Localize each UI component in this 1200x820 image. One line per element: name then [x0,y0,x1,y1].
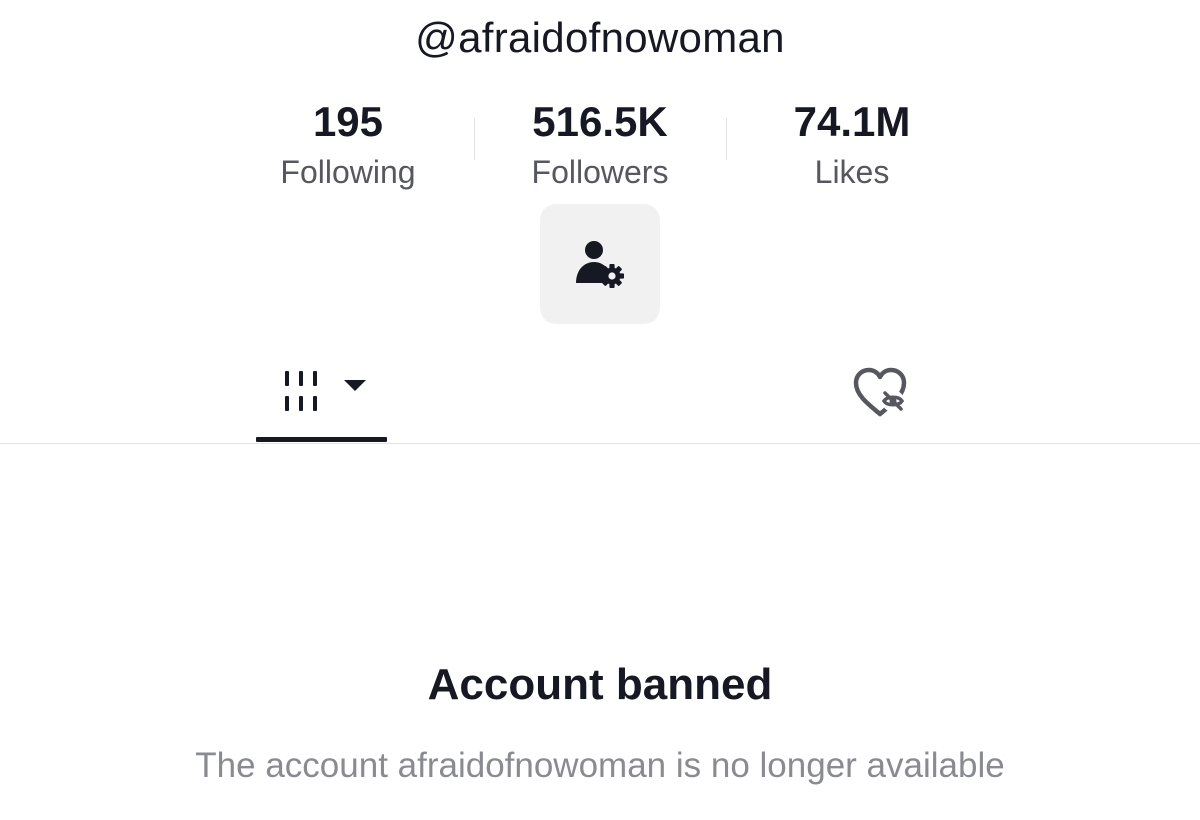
liked-hidden-icon [853,367,906,416]
stat-following-value: 195 [312,98,384,145]
stat-following[interactable]: 195 Following [222,96,474,196]
banned-title: Account banned [427,660,773,709]
user-settings-icon [576,241,624,288]
profile-settings-button[interactable] [540,204,660,324]
stat-likes-label: Likes [814,154,890,190]
stat-following-label: Following [280,154,416,190]
stat-followers[interactable]: 516.5K Followers [474,96,726,196]
stat-likes[interactable]: 74.1M Likes [726,96,978,196]
chevron-down-icon [343,379,366,391]
profile-username: @afraidofnowoman [415,14,785,61]
videos-grid-icon [284,370,317,411]
banned-description: The account afraidofnowoman is no longer… [195,746,1005,785]
stat-followers-label: Followers [531,154,669,190]
tab-liked[interactable] [814,340,945,443]
stat-followers-value: 516.5K [532,98,668,145]
tab-videos[interactable] [256,340,387,443]
stat-likes-value: 74.1M [793,98,911,145]
profile-tabs [0,340,1200,444]
profile-stats: 195 Following 516.5K Followers 74.1M Lik… [222,96,978,196]
profile-page: @afraidofnowoman 195 Following 516.5K Fo… [0,0,1200,820]
active-tab-indicator [256,437,387,442]
